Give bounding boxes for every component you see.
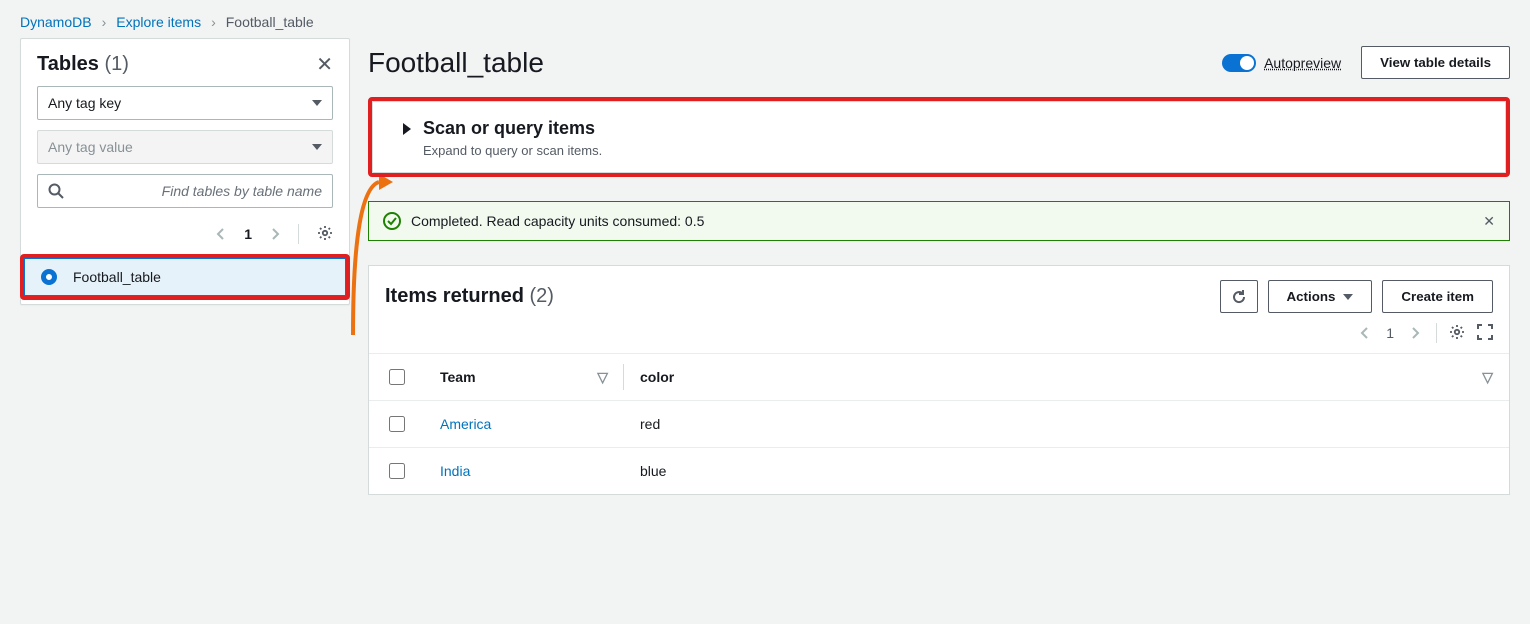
tables-title: Tables (1) xyxy=(37,53,129,76)
refresh-button[interactable] xyxy=(1220,280,1258,313)
page-number: 1 xyxy=(244,226,252,242)
scan-title: Scan or query items xyxy=(423,118,602,139)
radio-selected-icon[interactable] xyxy=(41,269,57,285)
chevron-right-icon: › xyxy=(102,14,107,30)
close-icon[interactable]: ✕ xyxy=(316,55,333,75)
table-list-item[interactable]: Football_table xyxy=(24,258,346,296)
next-page-icon[interactable] xyxy=(266,225,284,243)
item-link[interactable]: America xyxy=(440,416,491,432)
breadcrumb-current: Football_table xyxy=(226,14,314,30)
alert-text: Completed. Read capacity units consumed:… xyxy=(411,213,704,229)
prev-page-icon[interactable] xyxy=(1356,324,1374,342)
gear-icon[interactable] xyxy=(317,225,333,244)
chevron-right-icon: › xyxy=(211,14,216,30)
select-all-checkbox[interactable] xyxy=(389,369,405,385)
next-page-icon[interactable] xyxy=(1406,324,1424,342)
success-check-icon xyxy=(383,212,401,230)
autopreview-toggle[interactable]: Autopreview xyxy=(1222,54,1341,72)
breadcrumb-root[interactable]: DynamoDB xyxy=(20,14,92,30)
fullscreen-icon[interactable] xyxy=(1477,324,1493,343)
caret-down-icon xyxy=(312,100,322,106)
table-row: America red xyxy=(369,401,1509,448)
tag-value-select: Any tag value xyxy=(37,130,333,164)
caret-down-icon xyxy=(1343,294,1353,300)
actions-dropdown[interactable]: Actions xyxy=(1268,280,1373,313)
search-tables-input[interactable]: Find tables by table name xyxy=(37,174,333,208)
column-header-team[interactable]: Team ▽ xyxy=(424,354,624,401)
tables-sidebar: Tables (1) ✕ Any tag key Any tag value F… xyxy=(20,38,350,305)
table-row: India blue xyxy=(369,448,1509,495)
cell-color: blue xyxy=(624,448,1509,495)
cell-color: red xyxy=(624,401,1509,448)
toggle-on-icon[interactable] xyxy=(1222,54,1256,72)
highlighted-table-row: Football_table xyxy=(20,254,350,300)
search-icon xyxy=(48,183,64,199)
table-name: Football_table xyxy=(73,269,161,285)
success-alert: Completed. Read capacity units consumed:… xyxy=(368,201,1510,241)
page-title: Football_table xyxy=(368,47,544,79)
row-checkbox[interactable] xyxy=(389,416,405,432)
refresh-icon xyxy=(1231,289,1247,305)
scan-query-panel[interactable]: Scan or query items Expand to query or s… xyxy=(368,97,1510,177)
create-item-button[interactable]: Create item xyxy=(1382,280,1493,313)
search-placeholder: Find tables by table name xyxy=(162,183,322,199)
gear-icon[interactable] xyxy=(1449,324,1465,343)
item-link[interactable]: India xyxy=(440,463,470,479)
view-table-details-button[interactable]: View table details xyxy=(1361,46,1510,79)
tag-key-select[interactable]: Any tag key xyxy=(37,86,333,120)
close-icon[interactable]: ✕ xyxy=(1483,213,1495,230)
expand-right-icon[interactable] xyxy=(403,123,411,135)
breadcrumb-explore-items[interactable]: Explore items xyxy=(116,14,201,30)
sort-icon[interactable]: ▽ xyxy=(1482,369,1493,386)
items-title: Items returned (2) xyxy=(385,285,554,308)
column-header-color[interactable]: color ▽ xyxy=(624,354,1509,401)
scan-subtitle: Expand to query or scan items. xyxy=(423,143,602,158)
items-table: Team ▽ color ▽ America red xyxy=(369,353,1509,494)
sort-icon[interactable]: ▽ xyxy=(597,369,608,386)
autopreview-label: Autopreview xyxy=(1264,55,1341,71)
row-checkbox[interactable] xyxy=(389,463,405,479)
breadcrumb: DynamoDB › Explore items › Football_tabl… xyxy=(0,0,1530,38)
caret-down-icon xyxy=(312,144,322,150)
items-returned-panel: Items returned (2) Actions Create item 1 xyxy=(368,265,1510,495)
items-page-number: 1 xyxy=(1386,325,1394,341)
prev-page-icon[interactable] xyxy=(212,225,230,243)
